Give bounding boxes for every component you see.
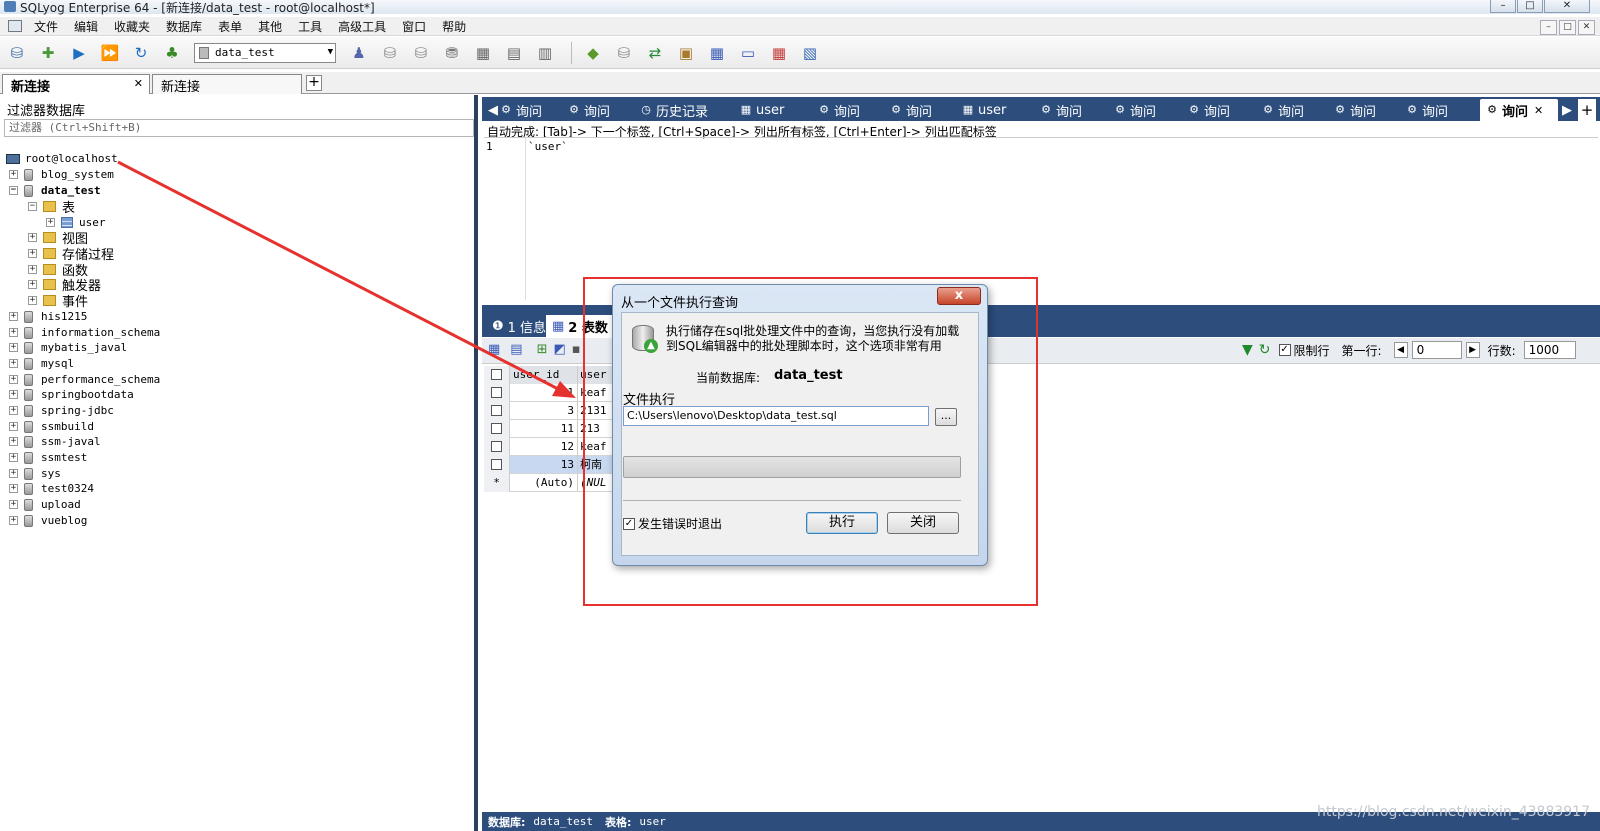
annotation-arrow	[117, 160, 576, 398]
